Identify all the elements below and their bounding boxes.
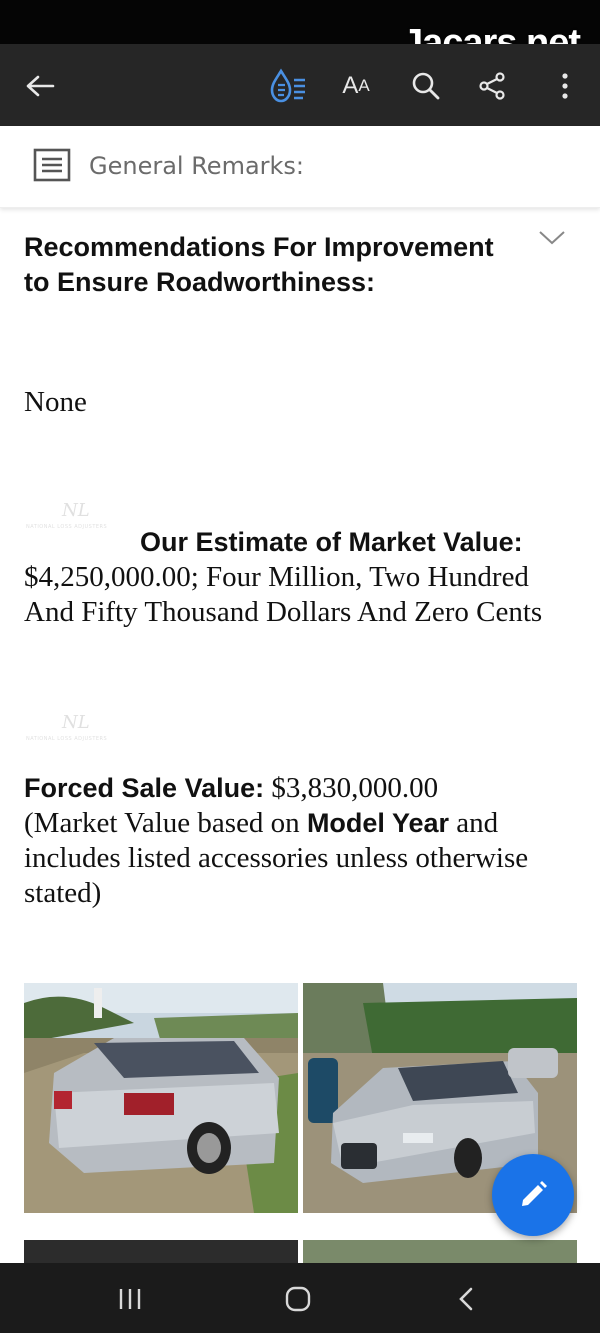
market-value-text: $4,250,000.00; Four Million, Two Hundred… [24,561,543,628]
car-photo-4[interactable] [303,1240,577,1263]
forced-sale-note-bold: Model Year [306,808,450,838]
recommendations-heading: Recommendations For Improvement to Ensur… [24,232,494,297]
recents-icon [119,1289,141,1309]
back-chevron-icon [459,1287,473,1311]
car-photo-rear[interactable] [24,983,298,1213]
more-button[interactable] [543,64,587,108]
text-size-large-label: A [342,72,359,99]
logo-monogram: NL [62,500,90,521]
general-remarks-label: General Remarks: [89,152,305,180]
adjuster-logo-2: NL NATIONAL LOSS ADJUSTERS [24,712,140,756]
system-back-button[interactable] [436,1277,496,1321]
share-icon [479,72,505,100]
car-rear-image [24,983,298,1213]
more-vertical-icon [562,73,568,99]
toolbar: AA [0,44,600,126]
arrow-left-icon [26,75,55,97]
logo-subtitle: NATIONAL LOSS ADJUSTERS [26,736,108,742]
edit-fab-button[interactable] [492,1154,574,1236]
recents-button[interactable] [100,1277,160,1321]
general-remarks-header[interactable]: General Remarks: [0,126,600,208]
car-photo-3[interactable] [24,1240,298,1263]
notes-icon [33,148,71,182]
search-button[interactable] [404,64,448,108]
home-button[interactable] [268,1277,328,1321]
droplet-list-icon [270,68,305,103]
text-size-small-label: A [358,76,370,95]
pencil-icon [522,1181,547,1206]
home-icon [285,1286,311,1312]
forced-sale-section: Forced Sale Value: $3,830,000.00 (Market… [24,771,584,911]
logo-monogram: NL [62,712,90,733]
share-button[interactable] [470,64,514,108]
reflow-button[interactable] [266,64,310,108]
market-value-section: Our Estimate of Market Value: $4,250,000… [24,525,584,630]
back-button[interactable] [18,64,62,108]
chevron-down-icon[interactable] [537,228,567,248]
text-size-button[interactable]: AA [334,64,378,108]
forced-sale-label: Forced Sale Value: [24,773,265,803]
forced-sale-value: $3,830,000.00 [264,772,439,804]
forced-sale-note-start: (Market Value based on [24,807,307,839]
search-icon [412,72,440,100]
market-value-label: Our Estimate of Market Value: [140,527,523,557]
recommendations-value: None [24,386,87,418]
system-nav-bar [0,1263,600,1333]
